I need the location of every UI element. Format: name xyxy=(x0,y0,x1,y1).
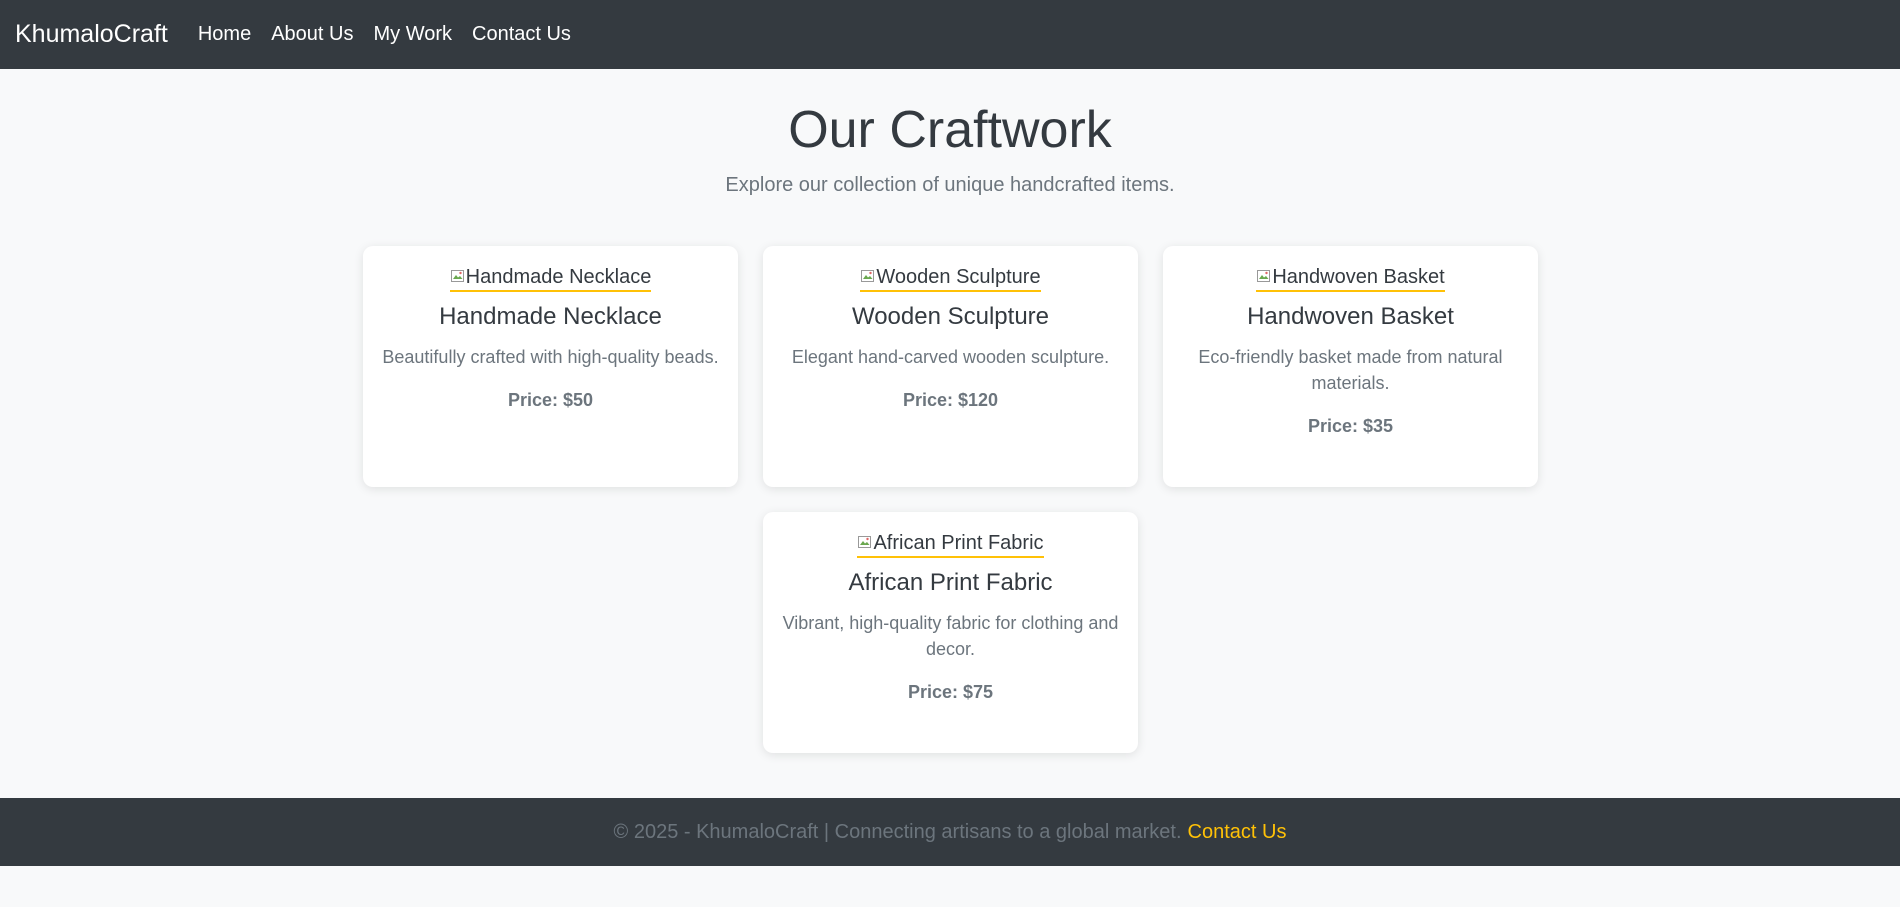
product-name: Handwoven Basket xyxy=(1247,303,1454,330)
product-price: Price: $50 xyxy=(507,390,594,410)
product-name: Wooden Sculpture xyxy=(851,303,1049,330)
broken-image-icon xyxy=(858,536,872,548)
product-image: Handwoven Basket xyxy=(1256,266,1445,292)
product-image-alt: African Print Fabric xyxy=(873,532,1044,554)
product-name: Handmade Necklace xyxy=(439,303,662,330)
nav-link-about-us[interactable]: About Us xyxy=(271,23,353,46)
product-image: African Print Fabric xyxy=(857,532,1044,558)
navbar: KhumaloCraft Home About Us My Work Conta… xyxy=(0,0,1900,69)
product-card: Handmade Necklace Handmade Necklace Beau… xyxy=(363,246,738,487)
nav-link-contact-us[interactable]: Contact Us xyxy=(472,23,571,46)
product-image-alt: Handmade Necklace xyxy=(465,266,652,288)
product-card: Wooden Sculpture Wooden Sculpture Elegan… xyxy=(763,246,1138,487)
product-price: Price: $35 xyxy=(1307,416,1394,436)
product-card: Handwoven Basket Handwoven Basket Eco-fr… xyxy=(1163,246,1538,487)
product-description: Elegant hand-carved wooden sculpture. xyxy=(791,347,1110,367)
product-description: Beautifully crafted with high-quality be… xyxy=(382,347,719,367)
product-card: African Print Fabric African Print Fabri… xyxy=(763,512,1138,753)
footer: © 2025 - KhumaloCraft | Connecting artis… xyxy=(0,798,1900,866)
broken-image-icon xyxy=(450,270,464,282)
nav-link-my-work[interactable]: My Work xyxy=(373,23,452,46)
product-description: Eco-friendly basket made from natural ma… xyxy=(1198,347,1503,393)
product-image: Handmade Necklace xyxy=(449,266,652,292)
footer-copyright: © 2025 - KhumaloCraft | Connecting artis… xyxy=(613,820,1182,843)
product-price: Price: $75 xyxy=(907,682,994,702)
product-image: Wooden Sculpture xyxy=(860,266,1041,292)
product-description: Vibrant, high-quality fabric for clothin… xyxy=(782,613,1119,659)
nav-link-home[interactable]: Home xyxy=(198,23,251,46)
broken-image-icon xyxy=(1257,270,1271,282)
page-subtitle: Explore our collection of unique handcra… xyxy=(725,174,1175,196)
product-price: Price: $120 xyxy=(902,390,999,410)
product-image-alt: Handwoven Basket xyxy=(1272,266,1445,288)
page-title: Our Craftwork xyxy=(788,101,1112,159)
product-name: African Print Fabric xyxy=(848,569,1053,596)
footer-contact-link[interactable]: Contact Us xyxy=(1188,821,1287,844)
product-image-alt: Wooden Sculpture xyxy=(876,266,1041,288)
broken-image-icon xyxy=(861,270,875,282)
brand-link[interactable]: KhumaloCraft xyxy=(15,20,168,49)
